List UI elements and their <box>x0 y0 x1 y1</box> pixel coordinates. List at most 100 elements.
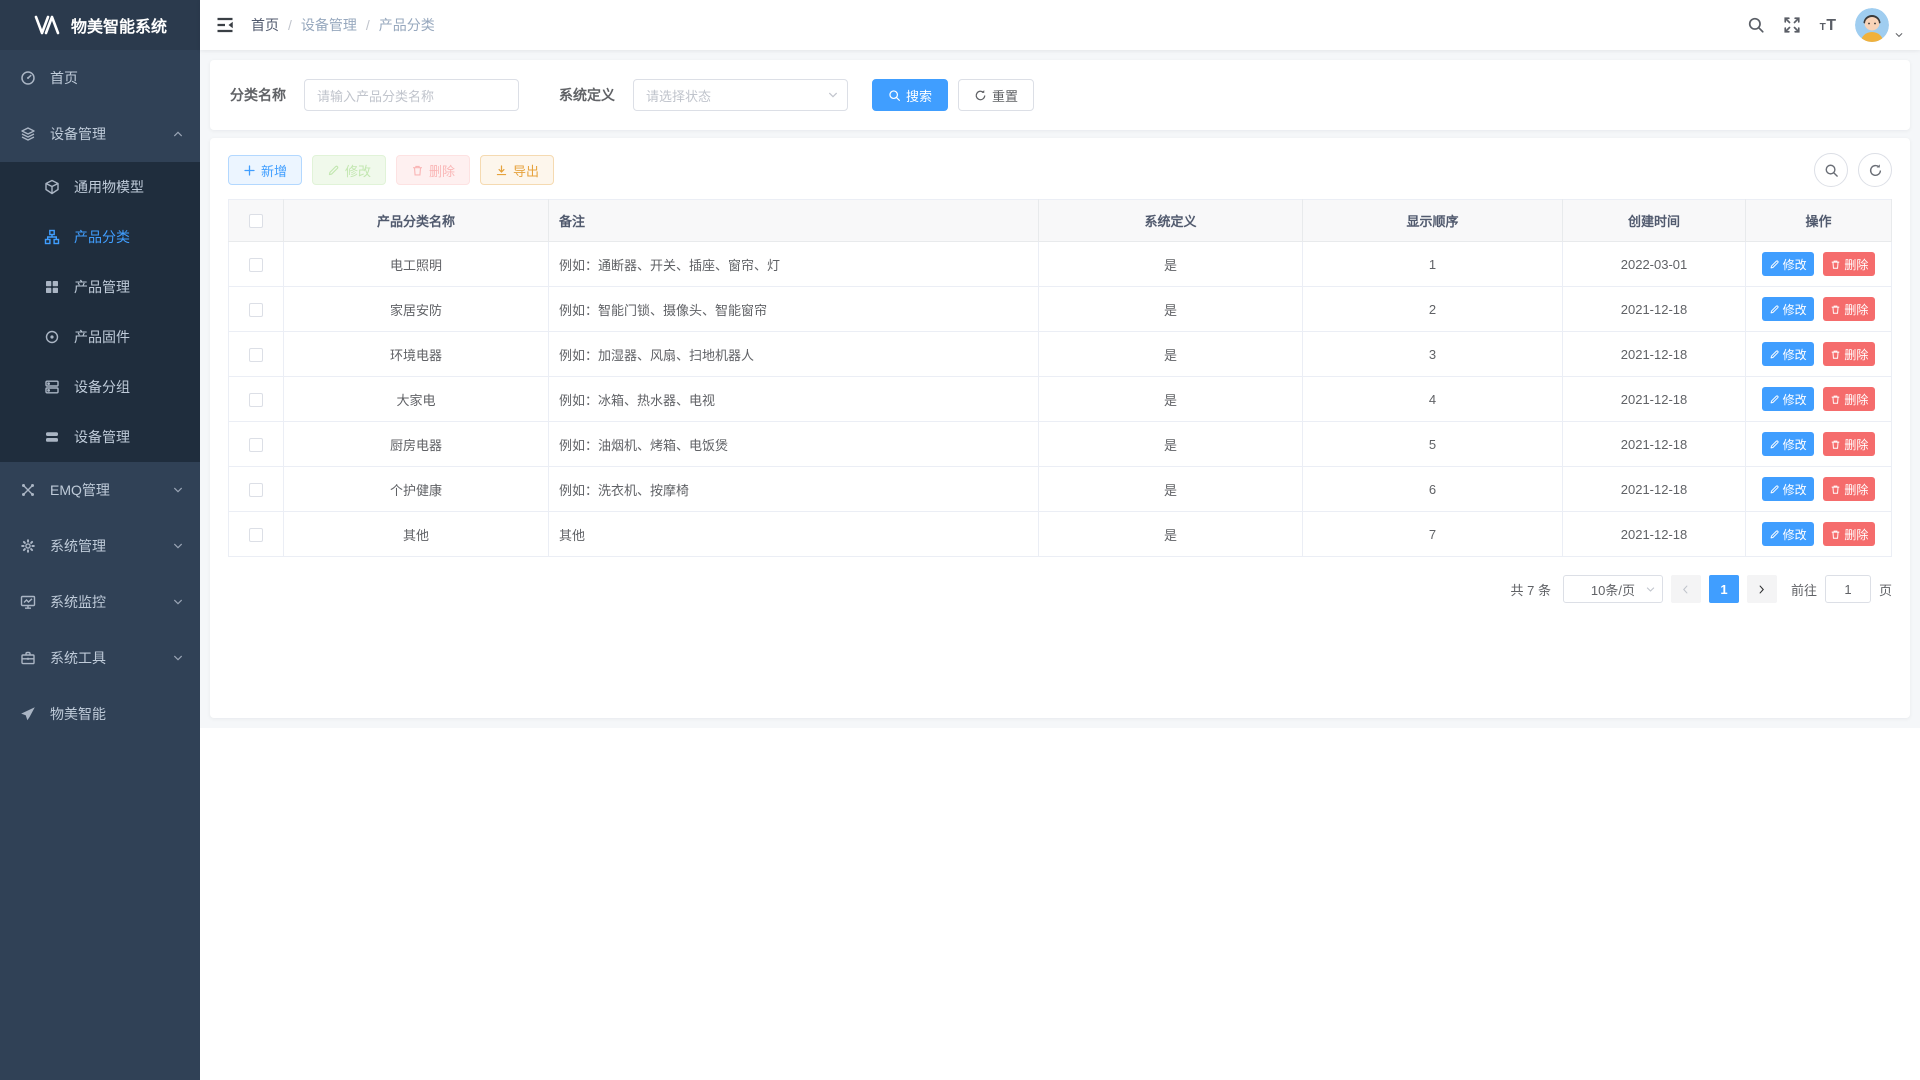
refresh-table-button[interactable] <box>1858 153 1892 187</box>
breadcrumb-device-mgmt: 设备管理 <box>301 15 357 35</box>
cell-created-time: 2021-12-18 <box>1563 287 1746 332</box>
row-checkbox[interactable] <box>249 303 263 317</box>
row-edit-button[interactable]: 修改 <box>1762 297 1814 321</box>
table-row: 个护健康 例如：洗衣机、按摩椅 是 6 2021-12-18 修改 <box>229 467 1892 512</box>
next-page-button[interactable] <box>1747 575 1777 603</box>
cell-operations: 修改 删除 <box>1746 287 1892 332</box>
sidebar-item-device-group[interactable]: 设备分组 <box>0 362 200 412</box>
sidebar-item-system-tools[interactable]: 系统工具 <box>0 630 200 686</box>
cell-display-order: 4 <box>1303 377 1563 422</box>
logo-icon <box>33 14 63 36</box>
sidebar-item-label: 系统监控 <box>50 592 106 612</box>
sidebar-item-home[interactable]: 首页 <box>0 50 200 106</box>
cube-icon <box>44 179 60 195</box>
cell-category-name: 电工照明 <box>284 242 549 287</box>
fullscreen-icon[interactable] <box>1783 16 1801 34</box>
row-edit-button[interactable]: 修改 <box>1762 432 1814 456</box>
trash-icon <box>1830 304 1841 315</box>
sidebar-submenu-wrap: 通用物模型 产品分类 产品管理 产品固件 <box>0 162 200 462</box>
trash-icon <box>1830 259 1841 270</box>
row-checkbox[interactable] <box>249 483 263 497</box>
drone-icon <box>20 482 36 498</box>
sidebar-item-label: 系统管理 <box>50 536 106 556</box>
cell-created-time: 2021-12-18 <box>1563 512 1746 557</box>
system-defined-select[interactable]: 请选择状态 <box>633 79 848 111</box>
grid-icon <box>44 279 60 295</box>
cell-system-defined: 是 <box>1039 242 1303 287</box>
cell-category-name: 厨房电器 <box>284 422 549 467</box>
cell-remark: 例如：油烟机、烤箱、电饭煲 <box>549 422 1039 467</box>
chevron-left-icon <box>1680 584 1691 595</box>
trash-icon <box>1830 349 1841 360</box>
search-button[interactable]: 搜索 <box>872 79 948 111</box>
category-name-label: 分类名称 <box>230 85 286 105</box>
row-edit-button[interactable]: 修改 <box>1762 387 1814 411</box>
row-checkbox[interactable] <box>249 258 263 272</box>
sidebar-item-device-list[interactable]: 设备管理 <box>0 412 200 462</box>
page-number-1[interactable]: 1 <box>1709 575 1739 603</box>
row-edit-button[interactable]: 修改 <box>1762 252 1814 276</box>
reset-button[interactable]: 重置 <box>958 79 1034 111</box>
sidebar-item-wumei[interactable]: 物美智能 <box>0 686 200 742</box>
cell-display-order: 7 <box>1303 512 1563 557</box>
trash-icon <box>1830 484 1841 495</box>
export-button[interactable]: 导出 <box>480 155 554 185</box>
cell-operations: 修改 删除 <box>1746 332 1892 377</box>
sidebar-item-product-mgmt[interactable]: 产品管理 <box>0 262 200 312</box>
page-size-select[interactable]: 10条/页 <box>1563 575 1663 603</box>
pencil-icon <box>1769 484 1780 495</box>
row-delete-button[interactable]: 删除 <box>1823 297 1875 321</box>
product-category-table: 产品分类名称 备注 系统定义 显示顺序 创建时间 操作 电工照明 例如：通断器、… <box>228 199 1892 557</box>
row-checkbox[interactable] <box>249 528 263 542</box>
sidebar-item-product-category[interactable]: 产品分类 <box>0 212 200 262</box>
monitor-icon <box>20 594 36 610</box>
toggle-search-button[interactable] <box>1814 153 1848 187</box>
add-button[interactable]: 新增 <box>228 155 302 185</box>
select-all-checkbox[interactable] <box>249 214 263 228</box>
server-icon <box>44 429 60 445</box>
row-delete-button[interactable]: 删除 <box>1823 477 1875 501</box>
sidebar-item-product-firmware[interactable]: 产品固件 <box>0 312 200 362</box>
row-edit-button[interactable]: 修改 <box>1762 477 1814 501</box>
row-edit-button[interactable]: 修改 <box>1762 522 1814 546</box>
logo[interactable]: 物美智能系统 <box>0 0 200 50</box>
row-delete-button[interactable]: 删除 <box>1823 522 1875 546</box>
trash-icon <box>1830 394 1841 405</box>
row-delete-button[interactable]: 删除 <box>1823 252 1875 276</box>
row-delete-button[interactable]: 删除 <box>1823 387 1875 411</box>
row-checkbox[interactable] <box>249 348 263 362</box>
cell-category-name: 其他 <box>284 512 549 557</box>
device-group-icon <box>44 379 60 395</box>
sidebar-item-device-mgmt[interactable]: 设备管理 <box>0 106 200 162</box>
breadcrumb-home[interactable]: 首页 <box>251 15 279 35</box>
sidebar-toggle-icon[interactable] <box>215 15 235 35</box>
sidebar-item-emq[interactable]: EMQ管理 <box>0 462 200 518</box>
row-checkbox[interactable] <box>249 438 263 452</box>
edit-button: 修改 <box>312 155 386 185</box>
search-icon[interactable] <box>1747 16 1765 34</box>
table-row: 家居安防 例如：智能门锁、摄像头、智能窗帘 是 2 2021-12-18 修改 <box>229 287 1892 332</box>
goto-page-input[interactable]: 1 <box>1825 575 1871 603</box>
select-placeholder: 请选择状态 <box>646 86 711 105</box>
toolbox-icon <box>20 650 36 666</box>
row-delete-button[interactable]: 删除 <box>1823 432 1875 456</box>
row-checkbox-cell <box>229 287 284 332</box>
sidebar-item-system-mgmt[interactable]: 系统管理 <box>0 518 200 574</box>
row-checkbox-cell <box>229 332 284 377</box>
font-size-icon[interactable] <box>1819 16 1837 34</box>
pencil-icon <box>1769 439 1780 450</box>
row-delete-button[interactable]: 删除 <box>1823 342 1875 366</box>
row-checkbox[interactable] <box>249 393 263 407</box>
user-menu[interactable] <box>1855 8 1904 42</box>
delete-button: 删除 <box>396 155 470 185</box>
category-name-input[interactable]: 请输入产品分类名称 <box>304 79 519 111</box>
search-icon <box>1824 163 1839 178</box>
sidebar-item-thing-model[interactable]: 通用物模型 <box>0 162 200 212</box>
row-edit-button[interactable]: 修改 <box>1762 342 1814 366</box>
sidebar-item-label: 设备管理 <box>74 427 130 447</box>
cell-remark: 例如：通断器、开关、插座、窗帘、灯 <box>549 242 1039 287</box>
cell-system-defined: 是 <box>1039 422 1303 467</box>
header-ops: 操作 <box>1746 200 1892 242</box>
download-icon <box>495 164 508 177</box>
sidebar-item-system-monitor[interactable]: 系统监控 <box>0 574 200 630</box>
